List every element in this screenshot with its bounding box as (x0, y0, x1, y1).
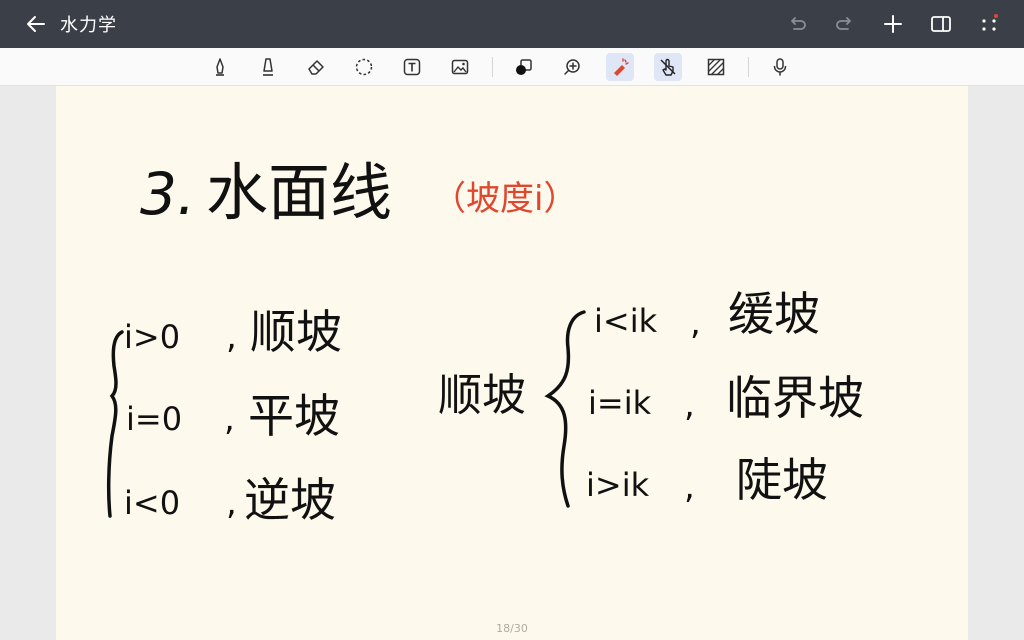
plus-icon (884, 15, 902, 33)
left-comma-1: , (226, 317, 237, 357)
lasso-tool[interactable] (350, 53, 378, 81)
undo-icon (791, 17, 806, 30)
left-cond-1: i>0 (124, 318, 180, 356)
more-button[interactable] (976, 11, 1002, 37)
laser-pointer-tool[interactable] (606, 53, 634, 81)
zoom-tool[interactable] (558, 53, 586, 81)
note-page[interactable]: 3. 水面线 （坡度i） i>0 , 顺坡 i=0 , 平坡 i<0 , 逆坡 … (56, 86, 968, 640)
left-cond-3: i<0 (124, 484, 180, 522)
toolbar-divider (748, 57, 749, 77)
right-label-2: 临界坡 (726, 371, 864, 425)
document-title: 水力学 (60, 15, 117, 36)
fountain-pen-icon (216, 58, 224, 76)
redo-icon (836, 17, 851, 30)
left-comma-3: , (226, 483, 237, 523)
undo-button[interactable] (784, 11, 810, 37)
right-label-3: 陡坡 (736, 453, 828, 507)
heading-title: 水面线 (206, 156, 392, 229)
right-label-1: 缓坡 (728, 287, 820, 341)
fountain-pen-tool[interactable] (206, 53, 234, 81)
shapes-icon (516, 59, 532, 75)
panel-icon (931, 16, 951, 32)
right-cond-1: i<ik (594, 302, 658, 340)
heading-number: 3. (140, 160, 195, 228)
shape-tool[interactable] (510, 53, 538, 81)
highlighter-tool[interactable] (254, 53, 282, 81)
voice-record-tool[interactable] (766, 53, 794, 81)
back-button[interactable] (24, 12, 48, 36)
sidebar-toggle-button[interactable] (928, 11, 954, 37)
left-brace (106, 330, 124, 518)
eraser-tool[interactable] (302, 53, 330, 81)
handwriting-layer: 3. 水面线 （坡度i） i>0 , 顺坡 i=0 , 平坡 i<0 , 逆坡 … (106, 156, 864, 527)
text-tool[interactable] (398, 53, 426, 81)
right-cond-2: i=ik (588, 384, 652, 422)
lasso-icon (355, 58, 373, 76)
left-cond-2: i=0 (126, 400, 182, 438)
right-cond-3: i>ik (586, 466, 650, 504)
eraser-icon (308, 60, 324, 75)
left-comma-2: , (224, 399, 235, 439)
title-bar: 水力学 (0, 0, 1024, 48)
more-dots-icon (982, 14, 998, 31)
left-label-2: 平坡 (248, 389, 340, 443)
right-comma-1: , (690, 303, 701, 343)
right-comma-2: , (684, 385, 695, 425)
image-icon (451, 59, 469, 75)
page-indicator: 18/30 (496, 622, 528, 635)
left-label-1: 顺坡 (250, 305, 342, 359)
hand-writing-mode-toggle[interactable] (654, 53, 682, 81)
right-brace (544, 310, 586, 508)
touch-hand-icon (660, 58, 676, 76)
microphone-icon (773, 58, 787, 76)
left-label-3: 逆坡 (244, 473, 336, 527)
heading-annotation: （坡度i） (432, 179, 577, 219)
zoom-in-icon (564, 59, 580, 75)
add-page-button[interactable] (880, 11, 906, 37)
right-group-title: 顺坡 (438, 370, 526, 421)
hatched-square-icon (707, 58, 725, 76)
image-tool[interactable] (446, 53, 474, 81)
highlighter-icon (263, 58, 273, 76)
toolbar-divider (492, 57, 493, 77)
drawing-toolbar (0, 48, 1024, 86)
right-comma-3: , (684, 467, 695, 507)
redo-button[interactable] (832, 11, 858, 37)
background-pattern-tool[interactable] (702, 53, 730, 81)
laser-pointer-icon (614, 58, 629, 76)
text-box-icon (403, 58, 421, 76)
arrow-left-icon (27, 16, 45, 32)
